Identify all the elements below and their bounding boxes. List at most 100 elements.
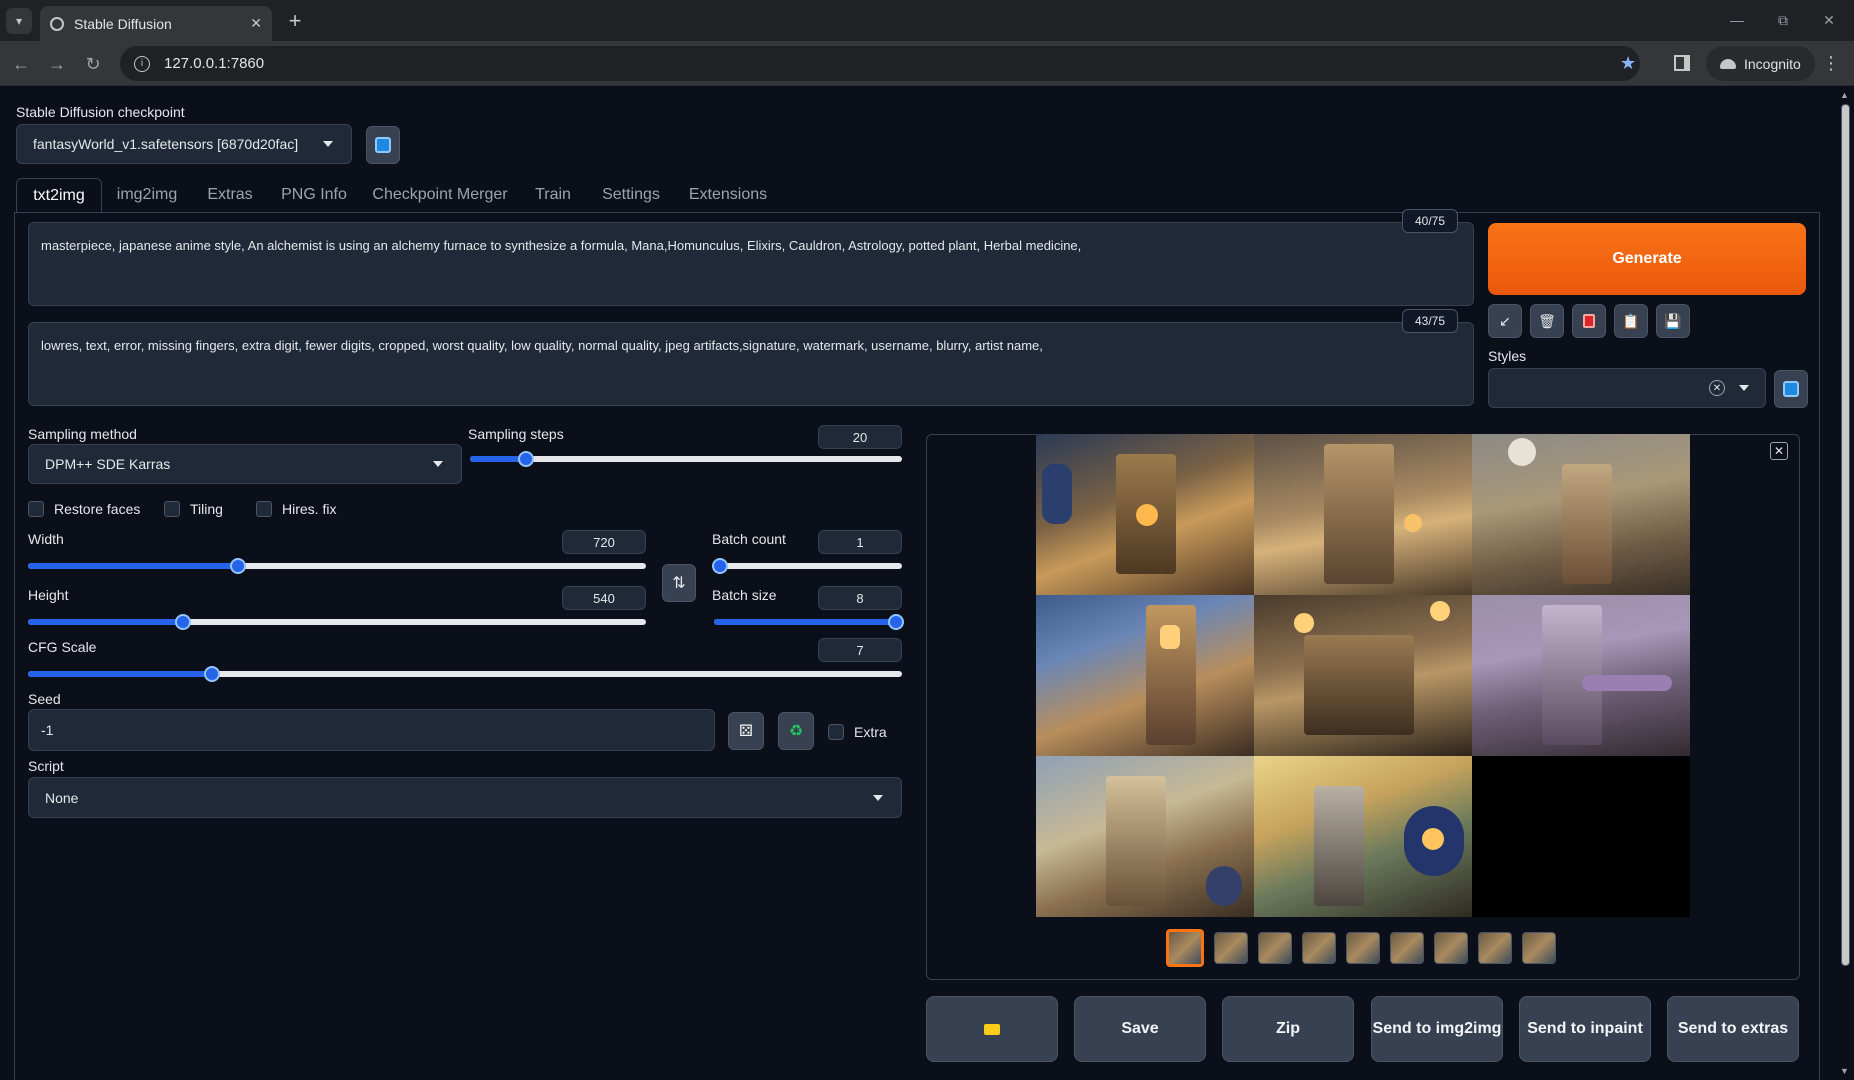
- image-grid[interactable]: [1036, 434, 1690, 918]
- read-params-button[interactable]: ↙: [1488, 304, 1522, 338]
- reuse-seed-button[interactable]: ♻: [778, 712, 814, 750]
- batch-count-slider[interactable]: [712, 558, 902, 574]
- extra-networks-button[interactable]: [1572, 304, 1606, 338]
- tab-img2img[interactable]: img2img: [104, 178, 190, 212]
- swap-dimensions-button[interactable]: ⇅: [662, 564, 696, 602]
- checkbox-box[interactable]: [28, 501, 44, 517]
- send-to-inpaint-button[interactable]: Send to inpaint: [1519, 996, 1651, 1062]
- grid-image[interactable]: [1036, 756, 1254, 917]
- tab-txt2img[interactable]: txt2img: [16, 178, 102, 212]
- forward-icon[interactable]: →: [42, 49, 72, 79]
- reload-icon[interactable]: ↻: [78, 49, 108, 79]
- slider-handle[interactable]: [174, 614, 191, 630]
- restore-icon[interactable]: ⧉: [1768, 8, 1798, 32]
- tab-settings[interactable]: Settings: [596, 178, 666, 212]
- styles-dropdown[interactable]: ✕: [1488, 368, 1766, 408]
- restore-faces-checkbox[interactable]: Restore faces: [28, 501, 140, 517]
- empty-grid-cell: [1472, 756, 1690, 917]
- site-info-icon[interactable]: i: [134, 55, 150, 72]
- bookmark-star-icon[interactable]: ★: [1620, 53, 1636, 74]
- grid-image[interactable]: [1254, 756, 1472, 917]
- cfg-scale-input[interactable]: 7: [818, 638, 902, 662]
- thumbnail[interactable]: [1214, 932, 1248, 964]
- positive-prompt-input[interactable]: masterpiece, japanese anime style, An al…: [28, 222, 1474, 306]
- grid-image[interactable]: [1254, 434, 1472, 595]
- checkbox-box[interactable]: [256, 501, 272, 517]
- height-slider[interactable]: [28, 614, 646, 630]
- refresh-checkpoint-button[interactable]: [366, 126, 400, 164]
- apply-style-button[interactable]: 📋: [1614, 304, 1648, 338]
- scrollbar-thumb[interactable]: [1841, 104, 1850, 966]
- tab-png-info[interactable]: PNG Info: [274, 178, 354, 212]
- checkpoint-dropdown[interactable]: fantasyWorld_v1.safetensors [6870d20fac]: [16, 124, 352, 164]
- seed-input[interactable]: -1: [28, 709, 715, 751]
- clear-icon[interactable]: ✕: [1709, 380, 1725, 396]
- slider-handle[interactable]: [712, 558, 728, 574]
- window-close-icon[interactable]: ✕: [1814, 8, 1844, 32]
- save-icon: 💾: [1664, 312, 1682, 329]
- width-slider[interactable]: [28, 558, 646, 574]
- address-bar[interactable]: i 127.0.0.1:7860: [120, 46, 1640, 81]
- extra-seed-checkbox[interactable]: Extra: [828, 724, 887, 740]
- clear-prompt-button[interactable]: 🗑: [1530, 304, 1564, 338]
- checkbox-box[interactable]: [828, 724, 844, 740]
- thumbnail[interactable]: [1302, 932, 1336, 964]
- checkbox-box[interactable]: [164, 501, 180, 517]
- save-style-button[interactable]: 💾: [1656, 304, 1690, 338]
- slider-handle[interactable]: [888, 614, 904, 630]
- sampling-method-dropdown[interactable]: DPM++ SDE Karras: [28, 444, 462, 484]
- sampling-steps-slider[interactable]: [470, 451, 902, 467]
- grid-image[interactable]: [1036, 595, 1254, 756]
- close-icon[interactable]: ✕: [250, 15, 262, 32]
- thumbnail[interactable]: [1346, 932, 1380, 964]
- browser-tab[interactable]: Stable Diffusion ✕: [40, 6, 272, 41]
- tab-extras[interactable]: Extras: [196, 178, 264, 212]
- batch-size-slider[interactable]: [714, 614, 904, 630]
- back-icon[interactable]: ←: [6, 49, 36, 79]
- thumbnail[interactable]: [1258, 932, 1292, 964]
- thumbnail[interactable]: [1522, 932, 1556, 964]
- page-scrollbar[interactable]: ▲ ▼: [1836, 86, 1854, 1080]
- sampling-steps-input[interactable]: 20: [818, 425, 902, 449]
- tab-extensions[interactable]: Extensions: [686, 178, 770, 212]
- save-button[interactable]: Save: [1074, 996, 1206, 1062]
- browser-menu-icon[interactable]: ⋮: [1822, 53, 1840, 74]
- thumbnail[interactable]: [1478, 932, 1512, 964]
- side-panel-icon[interactable]: [1674, 55, 1690, 71]
- send-to-extras-button[interactable]: Send to extras: [1667, 996, 1799, 1062]
- open-folder-button[interactable]: [926, 996, 1058, 1062]
- height-input[interactable]: 540: [562, 586, 646, 610]
- grid-image[interactable]: [1472, 434, 1690, 595]
- new-tab-button[interactable]: +: [282, 8, 308, 34]
- slider-handle[interactable]: [230, 558, 247, 574]
- slider-handle[interactable]: [203, 666, 220, 682]
- tab-train[interactable]: Train: [528, 178, 578, 212]
- tab-search-button[interactable]: ▾: [6, 8, 32, 34]
- batch-size-input[interactable]: 8: [818, 586, 902, 610]
- batch-count-input[interactable]: 1: [818, 530, 902, 554]
- tab-checkpoint-merger[interactable]: Checkpoint Merger: [368, 178, 512, 212]
- thumbnail[interactable]: [1390, 932, 1424, 964]
- browser-toolbar: ← → ↻ i 127.0.0.1:7860 ★ Incognito ⋮: [0, 41, 1854, 86]
- incognito-badge[interactable]: Incognito: [1706, 46, 1815, 81]
- grid-image[interactable]: [1254, 595, 1472, 756]
- random-seed-button[interactable]: ⚄: [728, 712, 764, 750]
- thumbnail[interactable]: [1166, 929, 1204, 967]
- grid-image[interactable]: [1036, 434, 1254, 595]
- script-dropdown[interactable]: None: [28, 777, 902, 818]
- negative-prompt-input[interactable]: lowres, text, error, missing fingers, ex…: [28, 322, 1474, 406]
- send-to-img2img-button[interactable]: Send to img2img: [1371, 996, 1503, 1062]
- width-input[interactable]: 720: [562, 530, 646, 554]
- tiling-checkbox[interactable]: Tiling: [164, 501, 223, 517]
- refresh-styles-button[interactable]: [1774, 370, 1808, 408]
- zip-button[interactable]: Zip: [1222, 996, 1354, 1062]
- cfg-scale-slider[interactable]: [28, 666, 902, 682]
- thumbnail[interactable]: [1434, 932, 1468, 964]
- grid-image[interactable]: [1472, 595, 1690, 756]
- close-icon[interactable]: ✕: [1770, 442, 1788, 460]
- minimize-icon[interactable]: —: [1722, 8, 1752, 32]
- scroll-down-icon[interactable]: ▼: [1840, 1066, 1849, 1076]
- generate-button[interactable]: Generate: [1488, 223, 1806, 295]
- scroll-up-icon[interactable]: ▲: [1840, 90, 1849, 100]
- hires-fix-checkbox[interactable]: Hires. fix: [256, 501, 336, 517]
